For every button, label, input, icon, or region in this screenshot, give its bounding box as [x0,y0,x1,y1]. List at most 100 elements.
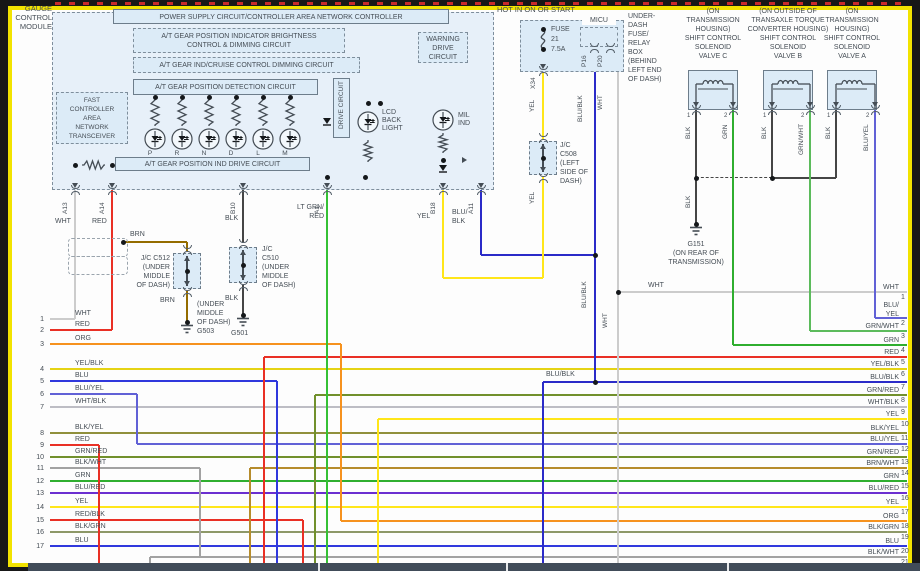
junction-dot [207,95,212,100]
pin-bracket-icon [239,281,248,285]
pin-bracket-icon [871,111,880,115]
pin-bracket-icon [692,111,701,115]
junction-dot [288,95,293,100]
led-position-label: R [173,149,181,158]
right-row-number: 2 [901,319,905,328]
text-line: SOLENOID [802,43,902,52]
led-position-label: P [146,149,154,158]
wire-BLU/RED [50,492,907,494]
text-line: G151 [650,240,742,249]
gauge-control-module-label: GAUGECONTROLMODULE [6,4,52,31]
junction-dot [366,101,371,106]
left-row-label: WHT/BLK [75,397,106,406]
junction-dot [325,175,330,180]
right-row-label: BRN/WHT [799,459,899,468]
valve-pin-number: 2 [801,112,804,121]
wire-BRN [123,241,187,243]
text-line: NETWORK [57,123,127,132]
right-row-number: 15 [901,482,909,491]
jc-c512-label: J/C C512(UNDERMIDDLEOF DASH) [108,254,170,290]
junction-dot [261,95,266,100]
resistor-icon [231,98,241,126]
text-line: CONTROLLER [57,105,127,114]
wire-GRN/RED [50,456,907,458]
drive-circuit-vertical-box: DRIVE CIRCUIT [333,78,350,138]
wire-color-label: BRN [160,296,175,305]
wire-color-label: RED [284,212,324,221]
wire-color-label-rotated: BLK [685,190,692,208]
fuse-21-label: FUSE217.5A [551,25,570,55]
connector-pin-label: X34 [530,73,537,89]
wire-color-label: BRN [130,230,145,239]
wire-BLK [835,110,837,178]
pin-bracket-icon [832,111,841,115]
text-line: J/C [262,245,295,254]
right-row-number: 5 [901,358,905,367]
right-row-label: BLU/YEL [799,435,899,444]
right-row-number: 17 [901,508,909,517]
g503-label: (UNDERMIDDLEOF DASH)G503 [197,300,230,336]
wire-color-label-rotated: BLU/BLK [581,272,588,308]
resistor-icon [150,98,160,126]
text-line: OF DASH) [197,318,230,327]
text-line: 7.5A [551,45,570,55]
text-line: (LEFT [560,159,588,168]
arrow-up-icon [540,144,546,149]
pin-bracket-icon [239,287,248,291]
junction-dot [185,320,190,325]
text-line: BOX [628,48,662,57]
wire-BLK [771,110,773,178]
led-icon [357,111,379,133]
text-line: HOUSING) [802,25,902,34]
text-line: MODULE [6,22,52,31]
led-icon [432,109,454,131]
valve-pin-number: 2 [866,112,869,121]
dimming-circuit-label: A/T GEAR IND/CRUISE CONTROL DIMMING CIRC… [159,62,333,69]
text-line: MIL [458,112,470,120]
under-dash-desc: UNDER-DASHFUSE/RELAYBOX(BEHINDLEFT ENDOF… [628,12,662,84]
micu-label: MICU [582,16,616,25]
wire-GRN/WHT [809,110,811,331]
wire-BLK [695,178,697,224]
text-line: DASH) [560,177,588,186]
wire-GRN [732,110,734,345]
text-line: MIDDLE [197,309,230,318]
wire-GRN [50,480,907,482]
junction-dot [73,163,78,168]
text-line: LCD [382,109,403,117]
wire-color-label: RED [92,217,107,226]
wire-color-label: LT GRN/ [284,203,324,212]
lcd-backlight-label: LCDBACKLIGHT [382,109,403,133]
text-line: FAST [57,96,127,105]
left-row-number: 6 [28,390,44,399]
pin-bracket-icon [239,239,248,243]
dimming-circuit-box: A/T GEAR IND/CRUISE CONTROL DIMMING CIRC… [133,57,360,73]
text-line: OF DASH) [108,281,170,290]
right-row-number: 4 [901,346,905,355]
pin-bracket-icon [239,245,248,249]
junction-dot [593,253,598,258]
diode-icon [323,118,331,127]
text-line: DASH [628,21,662,30]
wire-RED [263,357,265,566]
left-row-label: YEL/BLK [75,359,103,368]
text-line: TRANSMISSION [802,16,902,25]
module-pin-label: B10 [230,194,237,214]
left-row-label: RED/BLK [75,510,105,519]
pin-bracket-icon [729,111,738,115]
right-row-number: 16 [901,494,909,503]
g501-label-text: G501 [231,330,248,337]
micu-pin-label: P20 [597,51,604,67]
wire-color-label-rotated: BLK [685,121,692,139]
left-row-number: 9 [28,441,44,450]
wire-color-label-rotated: BLU/BLK [577,86,584,122]
pin-bracket-icon [108,191,117,195]
pin-bracket-icon [539,173,548,177]
right-row-number: 1 [901,293,905,302]
drive-circuit-vertical-label: DRIVE CIRCUIT [338,81,346,129]
pin-bracket-icon [768,111,777,115]
text-line: (ON REAR OF [650,249,742,258]
bottom-bar-gap [318,563,320,571]
right-row-number: 20 [901,547,909,556]
junction-dot [770,176,775,181]
